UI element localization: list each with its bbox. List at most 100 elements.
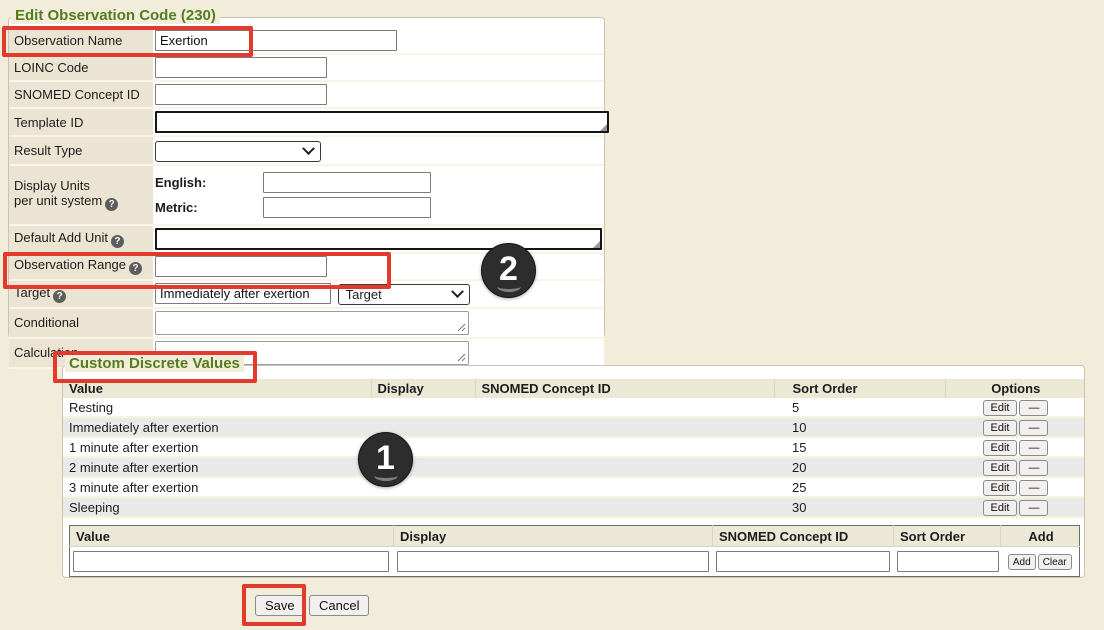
default-add-unit-textarea[interactable] — [155, 228, 602, 250]
value-cell: 3 minute after exertion — [63, 477, 371, 497]
add-col-header-value: Value — [70, 526, 394, 547]
remove-button[interactable]: — — [1019, 440, 1048, 456]
table-row: Resting 5 Edit— — [63, 398, 1084, 417]
value-cell: Resting — [63, 398, 371, 417]
col-header-display: Display — [371, 379, 475, 398]
result-type-select[interactable] — [155, 141, 321, 162]
edit-button[interactable]: Edit — [983, 440, 1018, 456]
resize-grip-icon[interactable] — [457, 323, 466, 332]
table-row: Sleeping 30 Edit— — [63, 497, 1084, 517]
value-cell: 2 minute after exertion — [63, 457, 371, 477]
edit-button[interactable]: Edit — [983, 500, 1018, 516]
col-header-sort-order: Sort Order — [774, 379, 945, 398]
row-display-units: Display Units per unit system? English: … — [9, 165, 604, 225]
col-header-value: Value — [63, 379, 371, 398]
callout-badge-1: 1 — [358, 432, 413, 487]
table-row: Immediately after exertion 10 Edit— — [63, 417, 1084, 437]
snomed-cell — [475, 457, 774, 477]
english-units-input[interactable] — [263, 172, 431, 193]
metric-units-input[interactable] — [263, 197, 431, 218]
sort-order-cell: 10 — [774, 417, 945, 437]
add-col-header-sort-order: Sort Order — [894, 526, 1001, 547]
resize-grip-icon[interactable] — [457, 353, 466, 362]
value-cell: Sleeping — [63, 497, 371, 517]
snomed-cell — [475, 437, 774, 457]
target-value-input[interactable] — [155, 283, 331, 304]
help-icon[interactable]: ? — [53, 290, 66, 303]
value-cell: Immediately after exertion — [63, 417, 371, 437]
help-icon[interactable]: ? — [129, 262, 142, 275]
add-table-header-row: Value Display SNOMED Concept ID Sort Ord… — [70, 526, 1080, 547]
add-button[interactable]: Add — [1008, 554, 1036, 570]
snomed-cell — [475, 477, 774, 497]
new-snomed-input[interactable] — [716, 551, 890, 572]
col-header-snomed: SNOMED Concept ID — [475, 379, 774, 398]
cancel-button[interactable]: Cancel — [309, 595, 369, 616]
sort-order-cell: 15 — [774, 437, 945, 457]
conditional-textarea[interactable] — [155, 311, 469, 335]
remove-button[interactable]: — — [1019, 420, 1048, 436]
snomed-concept-id-input[interactable] — [155, 84, 327, 105]
target-type-select[interactable]: Target — [338, 284, 470, 305]
observation-range-input[interactable] — [155, 256, 327, 277]
remove-button[interactable]: — — [1019, 480, 1048, 496]
add-value-table: Value Display SNOMED Concept ID Sort Ord… — [69, 525, 1080, 577]
add-col-header-add: Add — [1001, 526, 1080, 547]
result-type-label: Result Type — [14, 143, 82, 158]
new-value-input[interactable] — [73, 551, 389, 572]
edit-button[interactable]: Edit — [983, 420, 1018, 436]
callout-badge-2: 2 — [481, 243, 536, 298]
col-header-options: Options — [945, 379, 1084, 398]
metric-units-label: Metric: — [155, 200, 259, 215]
row-observation-name: Observation Name — [9, 28, 604, 54]
add-col-header-display: Display — [394, 526, 713, 547]
resize-handle-icon[interactable] — [600, 124, 607, 131]
resize-handle-icon[interactable] — [593, 241, 600, 248]
remove-button[interactable]: — — [1019, 500, 1048, 516]
edit-button[interactable]: Edit — [983, 400, 1018, 416]
sort-order-cell: 30 — [774, 497, 945, 517]
observation-range-label: Observation Range — [14, 257, 126, 272]
template-id-textarea[interactable] — [155, 111, 609, 133]
edit-form-table: Observation Name LOINC Code SNOMED Conce… — [9, 28, 604, 369]
display-cell — [371, 398, 475, 417]
table-row: 1 minute after exertion 15 Edit— — [63, 437, 1084, 457]
remove-button[interactable]: — — [1019, 460, 1048, 476]
help-icon[interactable]: ? — [105, 198, 118, 211]
loinc-code-input[interactable] — [155, 57, 327, 78]
add-col-header-snomed: SNOMED Concept ID — [713, 526, 894, 547]
snomed-cell — [475, 497, 774, 517]
english-units-label: English: — [155, 175, 259, 190]
template-id-label: Template ID — [14, 115, 83, 130]
save-button[interactable]: Save — [255, 595, 305, 616]
edit-form-title: Edit Observation Code (230) — [11, 7, 220, 24]
remove-button[interactable]: — — [1019, 400, 1048, 416]
display-cell — [371, 497, 475, 517]
discrete-values-table: Value Display SNOMED Concept ID Sort Ord… — [63, 379, 1084, 518]
row-template-id: Template ID — [9, 108, 604, 136]
sort-order-cell: 5 — [774, 398, 945, 417]
custom-discrete-values-section: Custom Discrete Values Value Display SNO… — [62, 365, 1085, 578]
row-snomed-concept-id: SNOMED Concept ID — [9, 81, 604, 108]
display-units-label-line1: Display Units — [14, 178, 90, 193]
target-type-select-value: Target — [346, 287, 382, 302]
row-conditional: Conditional — [9, 308, 604, 338]
add-input-row: AddClear — [70, 547, 1080, 577]
custom-discrete-values-title: Custom Discrete Values — [65, 355, 244, 372]
edit-button[interactable]: Edit — [983, 480, 1018, 496]
observation-name-input[interactable] — [155, 30, 397, 51]
new-display-input[interactable] — [397, 551, 709, 572]
new-sort-order-input[interactable] — [897, 551, 999, 572]
target-label: Target — [14, 285, 50, 300]
chevron-down-icon — [451, 285, 464, 298]
row-loinc-code: LOINC Code — [9, 54, 604, 81]
default-add-unit-label: Default Add Unit — [14, 230, 108, 245]
table-row: 3 minute after exertion 25 Edit— — [63, 477, 1084, 497]
edit-button[interactable]: Edit — [983, 460, 1018, 476]
table-row: 2 minute after exertion 20 Edit— — [63, 457, 1084, 477]
page: Edit Observation Code (230) Observation … — [0, 0, 1104, 630]
sort-order-cell: 25 — [774, 477, 945, 497]
help-icon[interactable]: ? — [111, 235, 124, 248]
display-units-label-line2: per unit system — [14, 193, 102, 208]
clear-button[interactable]: Clear — [1038, 554, 1072, 570]
